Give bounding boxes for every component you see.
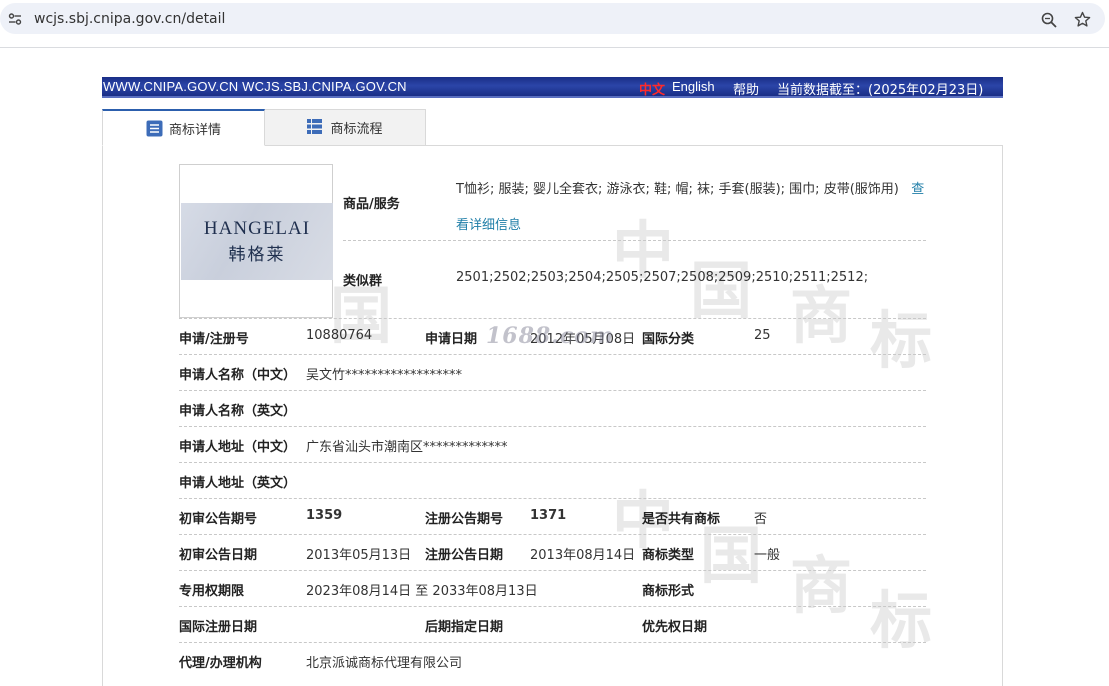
data-date: 当前数据截至：(2025年02月23日): [777, 83, 984, 98]
site-info-icon[interactable]: [8, 12, 22, 26]
logo-text-cn: 韩格莱: [228, 245, 286, 265]
shared-value: 否: [754, 512, 768, 527]
agent-value: 北京派诚商标代理有限公司: [306, 656, 463, 671]
priority-date-label: 优先权日期: [642, 620, 708, 635]
tab-label: 商标流程: [330, 122, 383, 137]
reg-pub-date-value: 2013年08月14日: [530, 548, 636, 563]
row-divider: [179, 642, 926, 643]
toolbar-divider: [0, 47, 1109, 48]
address-bar[interactable]: wcjs.sbj.cnipa.gov.cn/detail: [0, 3, 1105, 34]
applicant-en-label: 申请人名称（英文）: [179, 404, 297, 419]
mark-form-label: 商标形式: [642, 584, 695, 599]
address-en-label: 申请人地址（英文）: [179, 476, 297, 491]
watermark-char: 标: [870, 304, 933, 377]
lang-cn-link[interactable]: 中文: [639, 79, 665, 98]
intl-reg-date-label: 国际注册日期: [179, 620, 258, 635]
row-divider: [179, 534, 926, 535]
shared-label: 是否共有商标: [642, 512, 721, 527]
bookmark-star-icon[interactable]: [1074, 11, 1091, 28]
reg-no-label: 申请/注册号: [179, 332, 249, 347]
watermark-char: 国: [690, 254, 753, 327]
help-link[interactable]: 帮助: [733, 79, 759, 98]
address-cn-value: 广东省汕头市潮南区*************: [306, 440, 508, 455]
url-text[interactable]: wcjs.sbj.cnipa.gov.cn/detail: [34, 11, 225, 27]
reg-pub-no-label: 注册公告期号: [425, 512, 504, 527]
trademark-image[interactable]: HANGELAI 韩格莱: [179, 164, 333, 318]
intl-class-label: 国际分类: [642, 332, 695, 347]
browser-toolbar: wcjs.sbj.cnipa.gov.cn/detail: [0, 0, 1109, 38]
reg-pub-date-label: 注册公告日期: [425, 548, 504, 563]
goods-label: 商品/服务: [343, 197, 400, 212]
row-divider: [179, 462, 926, 463]
watermark-char: 商: [790, 549, 853, 622]
applicant-cn-label: 申请人名称（中文）: [179, 368, 297, 383]
row-divider: [179, 318, 926, 319]
prelim-no-label: 初审公告期号: [179, 512, 258, 527]
prelim-date-label: 初审公告日期: [179, 548, 258, 563]
exclusive-period-label: 专用权期限: [179, 584, 245, 599]
reg-pub-no-value: 1371: [530, 508, 567, 523]
row-divider: [179, 390, 926, 391]
mark-type-label: 商标类型: [642, 548, 695, 563]
intl-class-value: 25: [754, 328, 771, 343]
row-divider: [179, 498, 926, 499]
agent-label: 代理/办理机构: [179, 656, 262, 671]
lang-en-link[interactable]: English: [672, 79, 715, 94]
prelim-date-value: 2013年05月13日: [306, 548, 412, 563]
applicant-cn-value: 吴文竹******************: [306, 368, 463, 383]
site-stamp-watermark: 1688.com: [486, 323, 615, 349]
tab-trademark-process[interactable]: 商标流程: [265, 109, 426, 146]
goods-text: T恤衫; 服装; 婴儿全套衣; 游泳衣; 鞋; 帽; 袜; 手套(服装); 围巾…: [456, 182, 899, 197]
goods-value: T恤衫; 服装; 婴儿全套衣; 游泳衣; 鞋; 帽; 袜; 手套(服装); 围巾…: [456, 172, 926, 244]
list-icon: [146, 120, 163, 137]
logo-text-en: HANGELAI: [203, 218, 311, 239]
row-divider: [343, 240, 926, 241]
site-banner: WWW.CNIPA.GOV.CN WCJS.SBJ.CNIPA.GOV.CN 中…: [102, 77, 1003, 98]
mark-type-value: 一般: [754, 548, 781, 563]
tab-trademark-detail[interactable]: 商标详情: [102, 109, 265, 146]
row-divider: [179, 426, 926, 427]
exclusive-period-value: 2023年08月14日 至 2033年08月13日: [306, 584, 538, 599]
watermark-char: 标: [870, 584, 933, 657]
similar-group-label: 类似群: [343, 274, 383, 289]
tab-bar: 商标详情 商标流程: [102, 109, 1003, 146]
trademark-logo: HANGELAI 韩格莱: [181, 203, 333, 280]
table-icon: [307, 119, 324, 136]
tab-label: 商标详情: [168, 122, 221, 138]
apply-date-label: 申请日期: [425, 332, 478, 347]
banner-site-links[interactable]: WWW.CNIPA.GOV.CN WCJS.SBJ.CNIPA.GOV.CN: [103, 79, 407, 94]
address-cn-label: 申请人地址（中文）: [179, 440, 297, 455]
prelim-no-value: 1359: [306, 508, 343, 523]
similar-group-value: 2501;2502;2503;2504;2505;2507;2508;2509;…: [456, 270, 869, 285]
row-divider: [179, 606, 926, 607]
reg-no-value: 10880764: [306, 328, 373, 343]
later-designation-date-label: 后期指定日期: [425, 620, 504, 635]
row-divider: [179, 354, 926, 355]
zoom-icon[interactable]: [1041, 12, 1057, 28]
row-divider: [179, 570, 926, 571]
